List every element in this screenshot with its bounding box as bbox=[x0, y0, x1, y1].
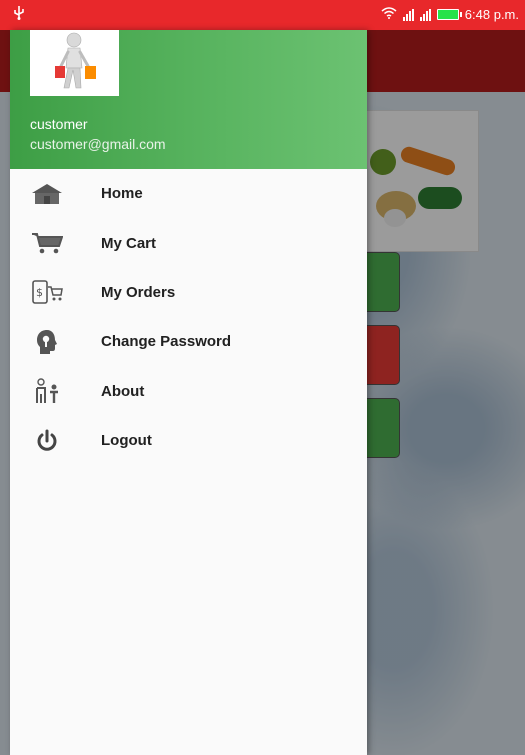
menu-item-logout[interactable]: Logout bbox=[10, 416, 367, 465]
user-name: customer bbox=[30, 116, 88, 132]
menu-item-label: Change Password bbox=[101, 333, 232, 351]
cart-icon bbox=[30, 229, 64, 257]
menu-item-home[interactable]: Home bbox=[10, 169, 367, 218]
navigation-drawer: customer customer@gmail.com Home My Cart… bbox=[10, 30, 367, 755]
menu-item-label: Logout bbox=[101, 432, 152, 450]
orders-icon: $ bbox=[30, 278, 64, 306]
status-bar: 6:48 p.m. bbox=[0, 0, 525, 30]
home-icon bbox=[30, 180, 64, 208]
drawer-menu: Home My Cart $ My Orders Change Password bbox=[10, 169, 367, 465]
status-time: 6:48 p.m. bbox=[464, 7, 519, 22]
about-icon bbox=[30, 377, 64, 405]
avatar bbox=[30, 30, 119, 96]
drawer-header: customer customer@gmail.com bbox=[10, 30, 367, 169]
signal-icon-2 bbox=[419, 8, 431, 21]
battery-icon bbox=[436, 9, 462, 20]
status-indicators: 6:48 p.m. bbox=[381, 7, 519, 22]
key-head-icon bbox=[30, 328, 64, 356]
signal-icon bbox=[402, 8, 414, 21]
menu-item-my-cart[interactable]: My Cart bbox=[10, 218, 367, 267]
menu-item-my-orders[interactable]: $ My Orders bbox=[10, 268, 367, 317]
menu-item-label: My Orders bbox=[101, 283, 176, 301]
menu-item-label: My Cart bbox=[101, 234, 157, 252]
menu-item-label: About bbox=[101, 382, 145, 400]
wifi-icon bbox=[381, 7, 397, 22]
menu-item-change-password[interactable]: Change Password bbox=[10, 317, 367, 366]
user-email: customer@gmail.com bbox=[30, 136, 166, 152]
usb-icon bbox=[14, 6, 24, 23]
menu-item-about[interactable]: About bbox=[10, 367, 367, 416]
svg-text:$: $ bbox=[36, 286, 43, 299]
power-icon bbox=[30, 427, 64, 455]
menu-item-label: Home bbox=[101, 185, 143, 203]
shopper-figure-icon bbox=[55, 32, 96, 89]
